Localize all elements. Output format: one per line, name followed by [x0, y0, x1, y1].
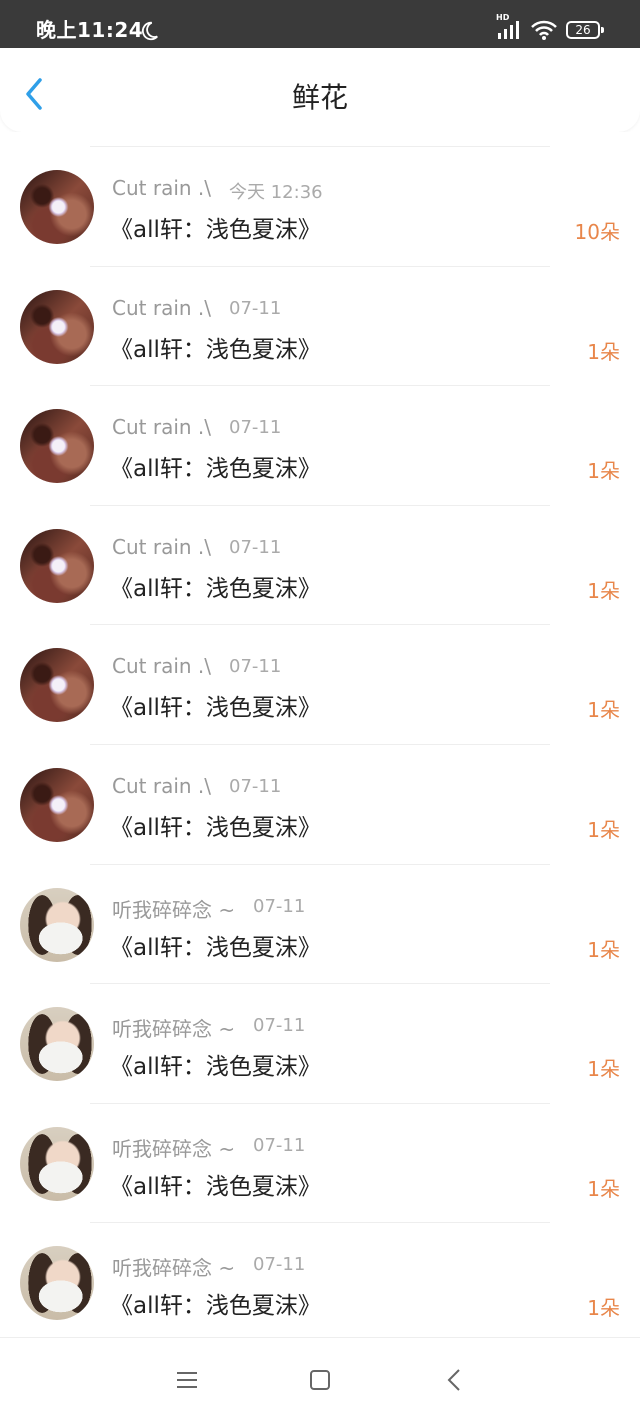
flower-count: 10朵 [574, 220, 620, 244]
timestamp: 07-11 [229, 297, 282, 319]
timestamp: 07-11 [229, 656, 282, 678]
work-title[interactable]: 《all轩：浅色夏沫》 [110, 569, 321, 603]
avatar[interactable] [20, 170, 94, 244]
flower-count: 1朵 [587, 817, 620, 842]
flower-count: 1朵 [587, 1057, 620, 1082]
timestamp: 07-11 [229, 536, 282, 558]
timestamp: 07-11 [253, 1254, 306, 1276]
user-name[interactable]: Cut rain .\ [112, 774, 211, 798]
home-icon[interactable] [310, 1370, 330, 1390]
list-item[interactable]: 听我碎碎念 ~ 07-11 《all轩：浅色夏沫》 1朵 [0, 1102, 640, 1223]
flower-count: 1朵 [587, 698, 620, 723]
list-item[interactable]: 听我碎碎念 ~ 07-11 《all轩：浅色夏沫》 1朵 [0, 1222, 640, 1342]
work-title[interactable]: 《all轩：浅色夏沫》 [110, 210, 321, 244]
timestamp: 07-11 [253, 895, 306, 917]
work-title[interactable]: 《all轩：浅色夏沫》 [110, 449, 321, 483]
user-name[interactable]: Cut rain .\ [112, 415, 211, 439]
flower-count: 1朵 [587, 339, 620, 364]
work-title[interactable]: 《all轩：浅色夏沫》 [110, 928, 321, 962]
status-time: 晚上11:24 [36, 18, 144, 42]
timestamp: 07-11 [253, 1015, 306, 1037]
divider [90, 146, 550, 147]
list-item[interactable]: Cut rain .\ 07-11 《all轩：浅色夏沫》 1朵 [0, 624, 640, 744]
user-name[interactable]: 听我碎碎念 ~ [112, 1013, 235, 1042]
timestamp: 07-11 [253, 1134, 306, 1156]
status-bar: 晚上11:24 HD 26 [0, 0, 640, 48]
timestamp: 今天 12:36 [229, 182, 323, 203]
divider [90, 1222, 550, 1224]
work-title[interactable]: 《all轩：浅色夏沫》 [110, 330, 321, 364]
user-name[interactable]: Cut rain .\ [112, 176, 211, 200]
flower-count: 1朵 [587, 1296, 620, 1321]
avatar[interactable] [20, 767, 94, 842]
avatar[interactable] [20, 528, 94, 603]
work-title[interactable]: 《all轩：浅色夏沫》 [110, 1167, 321, 1201]
divider [90, 504, 550, 506]
divider [90, 743, 550, 745]
moon-icon [141, 21, 158, 41]
flower-count: 1朵 [587, 1176, 620, 1201]
timestamp: 07-11 [229, 417, 282, 439]
avatar[interactable] [20, 1007, 94, 1082]
list-item[interactable]: 听我碎碎念 ~ 07-11 《all轩：浅色夏沫》 1朵 [0, 983, 640, 1103]
divider [90, 983, 550, 985]
list-item[interactable]: Cut rain .\ 今天 12:36 《all轩：浅色夏沫》 10朵 [0, 146, 640, 266]
work-title[interactable]: 《all轩：浅色夏沫》 [110, 688, 321, 722]
avatar[interactable] [20, 887, 94, 962]
system-nav-bar [0, 1337, 640, 1423]
list-item[interactable]: Cut rain .\ 07-11 《all轩：浅色夏沫》 1朵 [0, 265, 640, 386]
work-title[interactable]: 《all轩：浅色夏沫》 [110, 808, 321, 842]
list-item[interactable]: 听我碎碎念 ~ 07-11 《all轩：浅色夏沫》 1朵 [0, 863, 640, 984]
divider [90, 863, 550, 865]
divider [90, 1102, 550, 1104]
back-icon[interactable] [446, 1368, 462, 1392]
avatar[interactable] [20, 289, 94, 364]
avatar[interactable] [20, 1126, 94, 1201]
avatar[interactable] [20, 648, 94, 723]
divider [90, 624, 550, 626]
flower-count: 1朵 [587, 459, 620, 484]
work-title[interactable]: 《all轩：浅色夏沫》 [110, 1047, 321, 1081]
divider [90, 265, 550, 267]
avatar[interactable] [20, 409, 94, 484]
work-title[interactable]: 《all轩：浅色夏沫》 [110, 1286, 321, 1320]
user-name[interactable]: 听我碎碎念 ~ [112, 1133, 235, 1162]
list-item[interactable]: Cut rain .\ 07-11 《all轩：浅色夏沫》 1朵 [0, 504, 640, 625]
signal-icon [498, 21, 519, 39]
divider [90, 385, 550, 387]
flower-count: 1朵 [587, 578, 620, 603]
battery-level: 26 [575, 23, 591, 37]
list-item[interactable]: Cut rain .\ 07-11 《all轩：浅色夏沫》 1朵 [0, 743, 640, 864]
spacer [0, 132, 640, 146]
list-item[interactable]: Cut rain .\ 07-11 《all轩：浅色夏沫》 1朵 [0, 385, 640, 505]
timestamp: 07-11 [229, 775, 282, 797]
user-name[interactable]: Cut rain .\ [112, 654, 211, 678]
user-name[interactable]: Cut rain .\ [112, 296, 211, 320]
flower-list: Cut rain .\ 今天 12:36 《all轩：浅色夏沫》 10朵 Cut rai… [0, 146, 640, 1342]
user-name[interactable]: 听我碎碎念 ~ [112, 1252, 235, 1281]
wifi-icon [531, 20, 557, 40]
menu-icon[interactable] [176, 1370, 198, 1390]
header: 鲜花 [0, 48, 640, 132]
user-name[interactable]: Cut rain .\ [112, 535, 211, 559]
avatar[interactable] [20, 1246, 94, 1321]
battery-icon: 26 [566, 21, 604, 39]
user-name[interactable]: 听我碎碎念 ~ [112, 894, 235, 923]
flower-count: 1朵 [587, 937, 620, 962]
